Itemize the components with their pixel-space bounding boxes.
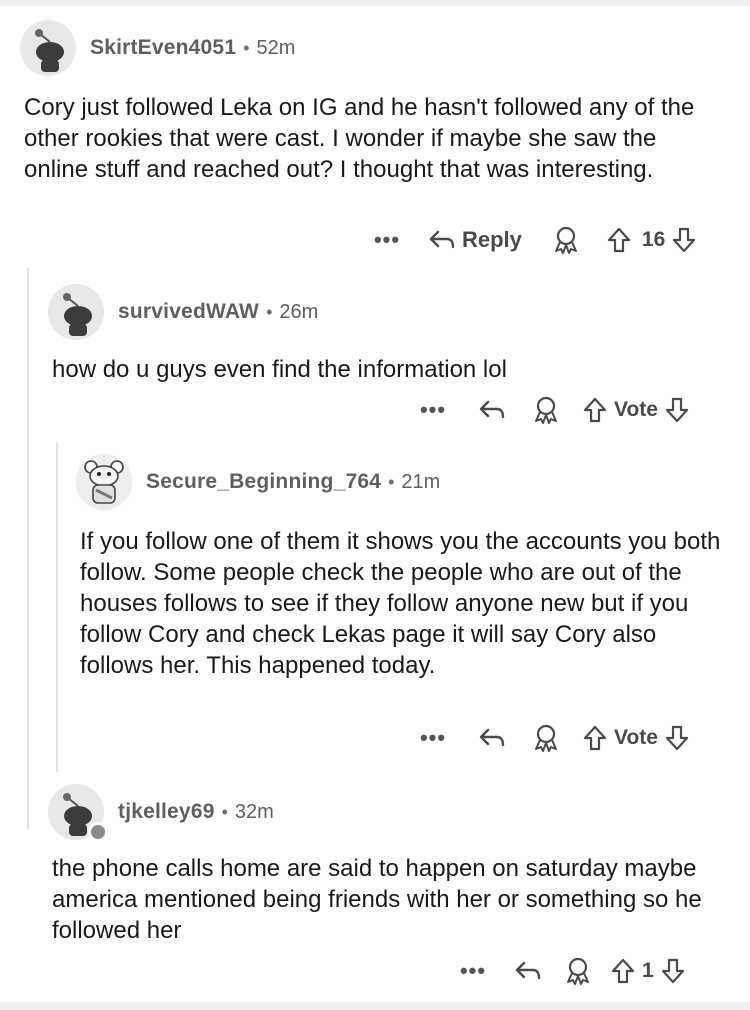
- upvote-button[interactable]: [582, 396, 608, 424]
- upvote-button[interactable]: [582, 724, 608, 752]
- award-icon: [567, 957, 589, 985]
- snoo-avatar-icon[interactable]: [48, 784, 108, 842]
- comment-timestamp: 32m: [234, 800, 274, 823]
- meta-separator: •: [221, 801, 228, 822]
- meta-separator: •: [266, 301, 273, 322]
- comment-body: Cory just followed Leka on IG and he has…: [24, 94, 695, 183]
- downvote-button[interactable]: [671, 226, 697, 254]
- comment-body: how do u guys even find the information …: [52, 356, 507, 383]
- award-icon: [554, 226, 577, 254]
- thread-line[interactable]: [56, 442, 58, 772]
- vote-score: 1: [642, 959, 654, 982]
- top-divider: [0, 0, 750, 6]
- comment-author[interactable]: SkirtEven4051: [90, 36, 236, 60]
- award-icon: [535, 724, 557, 752]
- comment-author[interactable]: tjkelley69: [118, 800, 215, 824]
- meta-separator: •: [243, 37, 250, 58]
- upvote-arrow-icon: [583, 725, 607, 751]
- comment-author[interactable]: Secure_Beginning_764: [146, 470, 381, 494]
- award-button[interactable]: [552, 225, 580, 255]
- downvote-arrow-icon: [673, 227, 696, 253]
- comment-body: If you follow one of them it shows you t…: [80, 528, 721, 679]
- award-button[interactable]: [564, 956, 592, 986]
- reply-arrow-icon: [429, 230, 455, 249]
- comment-timestamp: 21m: [401, 470, 441, 493]
- comment-body: the phone calls home are said to happen …: [52, 855, 702, 944]
- vote-score: 16: [641, 228, 666, 251]
- award-button[interactable]: [532, 723, 560, 753]
- award-button[interactable]: [532, 395, 560, 425]
- more-options-button[interactable]: •••: [458, 960, 488, 982]
- award-icon: [535, 396, 557, 424]
- upvote-arrow-icon: [607, 227, 631, 253]
- comment-timestamp: 52m: [256, 36, 296, 59]
- upvote-arrow-icon: [611, 958, 635, 984]
- vote-score: Vote: [614, 398, 658, 421]
- bottom-divider: [0, 1002, 750, 1010]
- upvote-button[interactable]: [610, 957, 636, 985]
- reply-label: Reply: [462, 227, 522, 252]
- upvote-button[interactable]: [606, 226, 632, 254]
- online-status-indicator: [88, 822, 108, 842]
- downvote-arrow-icon: [665, 725, 689, 751]
- snoo-avatar-icon[interactable]: [20, 20, 76, 76]
- vote-score: Vote: [614, 726, 658, 749]
- snoo-avatar-icon[interactable]: [48, 284, 104, 340]
- meta-separator: •: [388, 471, 395, 492]
- reply-arrow-icon: [515, 961, 541, 980]
- downvote-arrow-icon: [661, 958, 684, 984]
- more-options-button[interactable]: •••: [372, 229, 402, 251]
- downvote-button[interactable]: [664, 396, 690, 424]
- more-options-button[interactable]: •••: [418, 399, 448, 421]
- upvote-arrow-icon: [583, 397, 607, 423]
- more-options-button[interactable]: •••: [418, 727, 448, 749]
- reply-button[interactable]: [514, 959, 542, 983]
- reply-button[interactable]: [478, 726, 506, 750]
- reply-button[interactable]: Reply: [428, 227, 522, 253]
- comment-timestamp: 26m: [279, 300, 319, 323]
- downvote-button[interactable]: [660, 957, 686, 985]
- thread-line[interactable]: [27, 268, 29, 830]
- downvote-button[interactable]: [664, 724, 690, 752]
- snoo-avatar-icon[interactable]: [76, 454, 132, 510]
- downvote-arrow-icon: [665, 397, 689, 423]
- reply-arrow-icon: [479, 728, 505, 747]
- reply-button[interactable]: [478, 398, 506, 422]
- reply-arrow-icon: [479, 400, 505, 419]
- comment-author[interactable]: survivedWAW: [118, 300, 259, 324]
